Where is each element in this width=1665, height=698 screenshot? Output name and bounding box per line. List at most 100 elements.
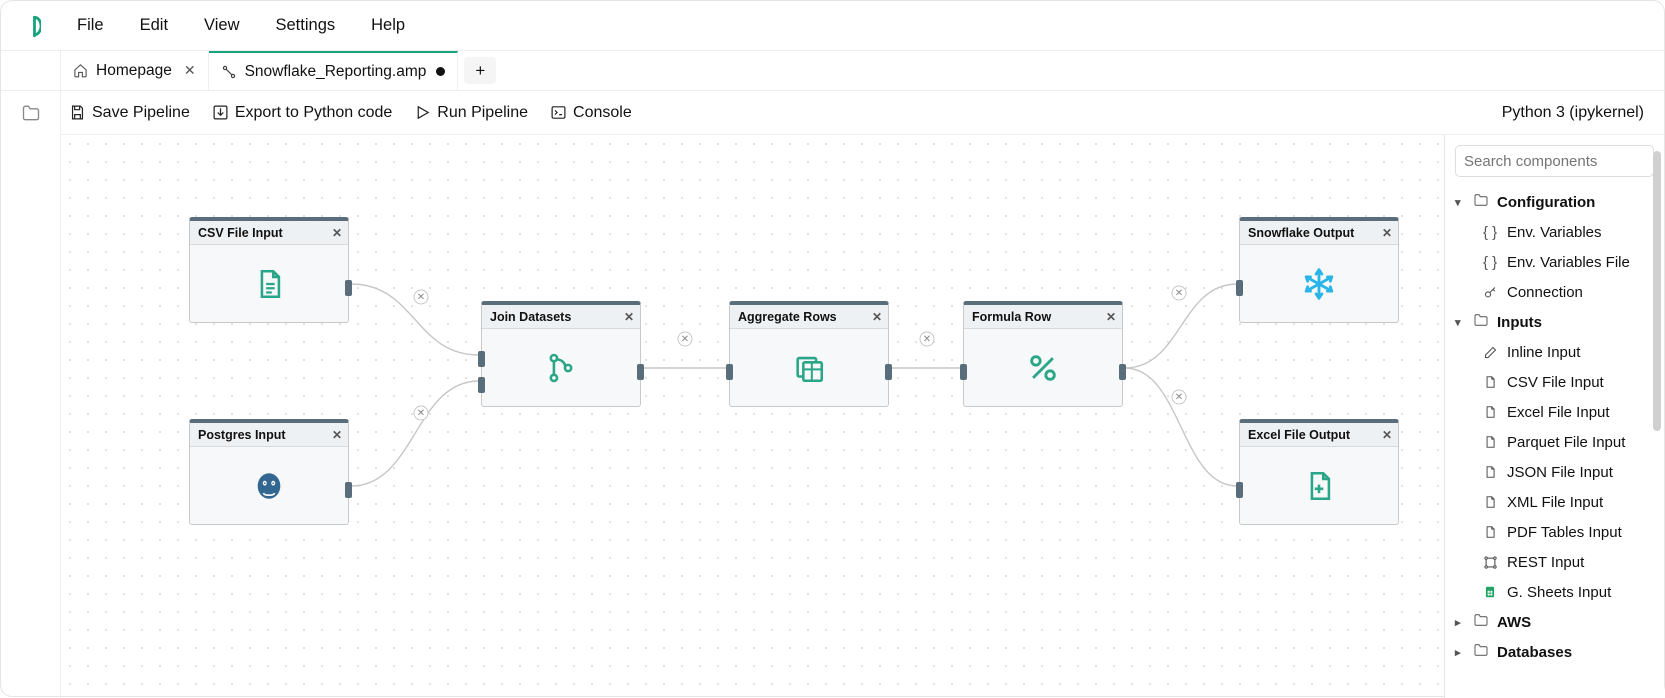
export-python-button[interactable]: Export to Python code (204, 100, 400, 126)
folder-icon (1473, 612, 1489, 632)
edge-delete-icon[interactable] (414, 290, 428, 304)
menu-file[interactable]: File (63, 10, 118, 41)
caret-icon: ▸ (1455, 616, 1465, 629)
output-port[interactable] (885, 364, 892, 380)
close-icon[interactable]: ✕ (872, 310, 882, 324)
node-excel[interactable]: Excel File Output ✕ (1239, 419, 1399, 525)
output-port[interactable] (637, 364, 644, 380)
component-parquet-file-input[interactable]: Parquet File Input (1451, 427, 1658, 457)
node-join[interactable]: Join Datasets ✕ (481, 301, 641, 407)
component-env-variables[interactable]: { }Env. Variables (1451, 217, 1658, 247)
component-excel-file-input[interactable]: Excel File Input (1451, 397, 1658, 427)
category-databases[interactable]: ▸ Databases (1451, 637, 1658, 667)
component-inline-input[interactable]: Inline Input (1451, 337, 1658, 367)
run-pipeline-button[interactable]: Run Pipeline (406, 100, 536, 126)
component-label: Env. Variables (1507, 224, 1602, 241)
close-icon: ✕ (417, 292, 425, 303)
output-port[interactable] (345, 482, 352, 498)
category-configuration[interactable]: ▾ Configuration (1451, 187, 1658, 217)
component-label: G. Sheets Input (1507, 584, 1611, 601)
component-label: PDF Tables Input (1507, 524, 1622, 541)
close-icon[interactable]: ✕ (624, 310, 634, 324)
postgres-icon (252, 469, 286, 503)
component-rest-input[interactable]: REST Input (1451, 547, 1658, 577)
edge[interactable] (1125, 368, 1237, 486)
close-icon: ✕ (417, 408, 425, 419)
node-agg[interactable]: Aggregate Rows ✕ (729, 301, 889, 407)
close-icon[interactable]: ✕ (1382, 428, 1392, 442)
console-button[interactable]: Console (542, 100, 640, 126)
save-label: Save Pipeline (92, 104, 190, 122)
edge[interactable] (351, 284, 479, 355)
edge-delete-icon[interactable] (920, 332, 934, 346)
close-icon[interactable]: ✕ (184, 62, 196, 79)
node-formula[interactable]: Formula Row ✕ (963, 301, 1123, 407)
menu-view[interactable]: View (190, 10, 253, 41)
category-inputs[interactable]: ▾ Inputs (1451, 307, 1658, 337)
edge-delete-icon[interactable] (1172, 286, 1186, 300)
input-port[interactable] (726, 364, 733, 380)
category-aws[interactable]: ▸ AWS (1451, 607, 1658, 637)
node-header: Postgres Input ✕ (190, 423, 348, 447)
add-tab-button[interactable]: + (464, 57, 496, 84)
input-port[interactable] (1236, 280, 1243, 296)
close-icon[interactable]: ✕ (1382, 226, 1392, 240)
node-title: Excel File Output (1248, 428, 1350, 442)
save-pipeline-button[interactable]: Save Pipeline (61, 100, 198, 126)
folder-icon[interactable] (21, 103, 41, 123)
node-header: Join Datasets ✕ (482, 305, 640, 329)
output-port[interactable] (345, 280, 352, 296)
menu-settings[interactable]: Settings (262, 10, 350, 41)
component-label: JSON File Input (1507, 464, 1613, 481)
edge-delete-icon[interactable] (414, 406, 428, 420)
close-icon: ✕ (923, 334, 931, 345)
input-port[interactable] (478, 351, 485, 367)
play-icon (414, 104, 431, 121)
menu-edit[interactable]: Edit (126, 10, 182, 41)
tab-homepage[interactable]: Homepage ✕ (61, 51, 209, 90)
edge-delete-icon[interactable] (678, 332, 692, 346)
component-env-variables-file[interactable]: { }Env. Variables File (1451, 247, 1658, 277)
close-icon[interactable]: ✕ (1106, 310, 1116, 324)
search-input[interactable] (1464, 153, 1663, 170)
close-icon: ✕ (681, 334, 689, 345)
node-pg[interactable]: Postgres Input ✕ (189, 419, 349, 525)
scrollbar[interactable] (1653, 151, 1661, 431)
component-connection[interactable]: Connection (1451, 277, 1658, 307)
component-pdf-tables-input[interactable]: PDF Tables Input (1451, 517, 1658, 547)
component-json-file-input[interactable]: JSON File Input (1451, 457, 1658, 487)
node-title: Postgres Input (198, 428, 286, 442)
percent-icon (1026, 351, 1060, 385)
output-port[interactable] (1119, 364, 1126, 380)
edge[interactable] (1125, 284, 1237, 368)
category-label: Databases (1497, 644, 1572, 661)
tab-snowflake-reporting[interactable]: Snowflake_Reporting.amp (209, 51, 459, 90)
menu-help[interactable]: Help (357, 10, 419, 41)
component-csv-file-input[interactable]: CSV File Input (1451, 367, 1658, 397)
input-port[interactable] (1236, 482, 1243, 498)
node-snow[interactable]: Snowflake Output ✕ (1239, 217, 1399, 323)
component-label: CSV File Input (1507, 374, 1604, 391)
node-title: Snowflake Output (1248, 226, 1354, 240)
node-header: Formula Row ✕ (964, 305, 1122, 329)
caret-icon: ▸ (1455, 646, 1465, 659)
input-port[interactable] (960, 364, 967, 380)
search-input-wrap[interactable] (1455, 145, 1654, 177)
input-port[interactable] (478, 377, 485, 393)
export-icon (212, 104, 229, 121)
component-xml-file-input[interactable]: XML File Input (1451, 487, 1658, 517)
edge[interactable] (351, 381, 479, 486)
component-g-sheets-input[interactable]: G. Sheets Input (1451, 577, 1658, 607)
node-csv[interactable]: CSV File Input ✕ (189, 217, 349, 323)
close-icon[interactable]: ✕ (332, 428, 342, 442)
home-icon (73, 63, 88, 78)
node-header: Aggregate Rows ✕ (730, 305, 888, 329)
close-icon[interactable]: ✕ (332, 226, 342, 240)
kernel-indicator[interactable]: Python 3 (ipykernel) (1502, 104, 1654, 122)
category-label: Inputs (1497, 314, 1542, 331)
unsaved-dot-icon (436, 67, 445, 76)
edge-delete-icon[interactable] (1172, 390, 1186, 404)
pipeline-canvas[interactable]: ✕ ✕ ✕ ✕ ✕ ✕ CSV File Input ✕ Postgres Input ✕… (61, 135, 1444, 698)
pipeline-icon (221, 64, 237, 80)
node-body (730, 329, 888, 406)
